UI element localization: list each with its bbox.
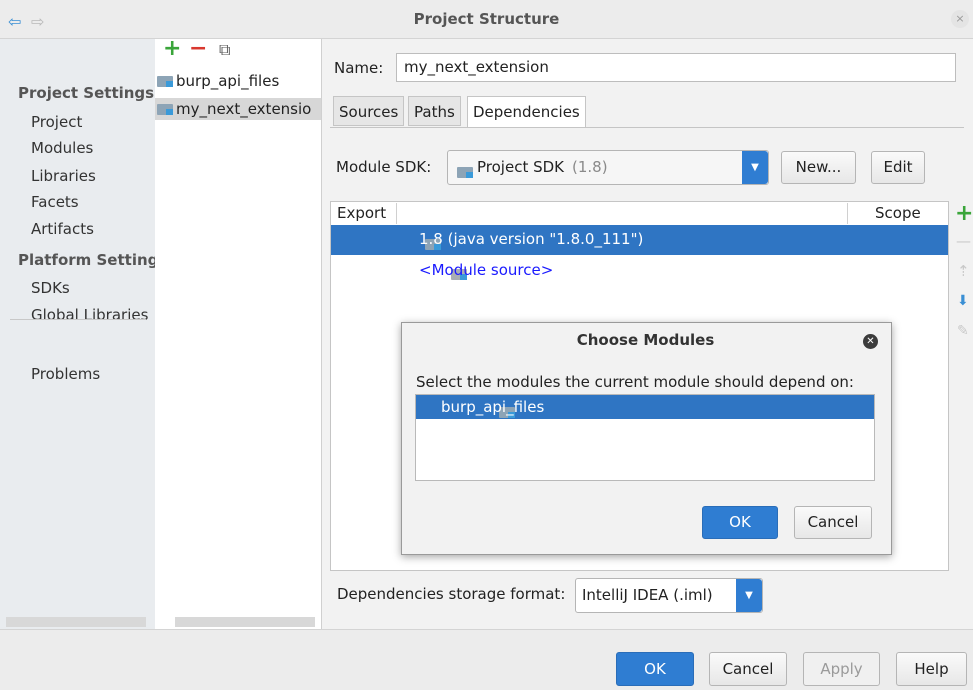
tab-sources[interactable]: Sources: [333, 96, 405, 126]
dialog-module-label: burp_api_files: [441, 398, 545, 416]
module-sdk-label: Module SDK:: [336, 158, 432, 176]
platform-settings-heading: Platform Setting: [18, 251, 159, 269]
dependency-toolbar: [950, 201, 973, 571]
move-up-icon[interactable]: ⇡: [957, 262, 970, 280]
project-settings-heading: Project Settings: [18, 84, 155, 102]
edit-sdk-button[interactable]: Edit: [871, 151, 925, 184]
chevron-down-icon[interactable]: ▼: [742, 151, 768, 184]
module-name-input[interactable]: my_next_extension: [396, 53, 956, 82]
module-label: burp_api_files: [176, 72, 280, 90]
add-dependency-icon[interactable]: +: [955, 201, 973, 226]
window-close-button[interactable]: ×: [951, 10, 969, 28]
copy-module-icon[interactable]: ⧉: [219, 40, 230, 60]
remove-module-icon[interactable]: −: [189, 36, 207, 61]
module-sdk-value: Project SDK: [477, 158, 564, 176]
new-sdk-button[interactable]: New...: [781, 151, 856, 184]
tab-strip-border: [330, 127, 964, 128]
column-scope-header[interactable]: Scope: [875, 204, 921, 222]
window-title: Project Structure: [413, 10, 560, 28]
module-list-panel: [155, 39, 322, 629]
ok-button[interactable]: OK: [616, 652, 694, 686]
module-label: my_next_extensio: [176, 100, 312, 118]
sidebar-item-project[interactable]: Project: [31, 113, 82, 131]
move-down-icon[interactable]: ⬇: [957, 293, 969, 309]
storage-format-value: IntelliJ IDEA (.iml): [582, 586, 713, 604]
dialog-title: Choose Modules: [576, 331, 715, 349]
dialog-prompt: Select the modules the current module sh…: [416, 373, 854, 391]
column-export-header[interactable]: Export: [337, 204, 386, 222]
sidebar-item-problems[interactable]: Problems: [31, 365, 100, 383]
tab-paths[interactable]: Paths: [408, 96, 461, 126]
sidebar-item-facets[interactable]: Facets: [31, 193, 79, 211]
forward-arrow-icon[interactable]: ⇨: [31, 12, 44, 31]
table-header: [331, 202, 948, 226]
chevron-down-icon[interactable]: ▼: [736, 579, 762, 612]
sidebar-item-sdks[interactable]: SDKs: [31, 279, 70, 297]
dialog-close-icon[interactable]: ✕: [863, 334, 878, 349]
dependency-module-source[interactable]: <Module source>: [419, 261, 553, 279]
tab-dependencies[interactable]: Dependencies: [467, 96, 586, 128]
module-list-scrollbar[interactable]: [175, 617, 315, 627]
module-item-burp-api-files[interactable]: burp_api_files: [155, 70, 321, 92]
sidebar-item-artifacts[interactable]: Artifacts: [31, 220, 94, 238]
dependency-jdk-label: 1.8 (java version "1.8.0_111"): [419, 230, 644, 248]
sdk-folder-icon: [457, 167, 473, 178]
dialog-ok-button[interactable]: OK: [702, 506, 778, 539]
module-folder-icon: [157, 104, 173, 115]
cancel-button[interactable]: Cancel: [709, 652, 787, 686]
help-button[interactable]: Help: [896, 652, 967, 686]
edit-dependency-icon[interactable]: ✎: [957, 323, 969, 339]
sidebar-scrollbar[interactable]: [6, 617, 146, 627]
apply-button[interactable]: Apply: [803, 652, 880, 686]
sidebar-item-libraries[interactable]: Libraries: [31, 167, 96, 185]
sidebar-item-modules[interactable]: Modules: [31, 139, 93, 157]
module-item-my-next-extension[interactable]: my_next_extensio: [155, 98, 321, 120]
module-folder-icon: [157, 76, 173, 87]
column-divider: [847, 203, 848, 224]
add-module-icon[interactable]: +: [163, 36, 181, 61]
name-label: Name:: [334, 59, 384, 77]
module-sdk-version: (1.8): [572, 158, 608, 176]
back-arrow-icon[interactable]: ⇦: [8, 12, 21, 31]
column-divider: [396, 203, 397, 224]
dialog-cancel-button[interactable]: Cancel: [794, 506, 872, 539]
sidebar-item-global-libraries[interactable]: Global Libraries: [31, 306, 148, 324]
sidebar-divider: [10, 319, 146, 320]
remove-dependency-icon[interactable]: —: [956, 232, 971, 250]
storage-format-label: Dependencies storage format:: [337, 585, 566, 603]
